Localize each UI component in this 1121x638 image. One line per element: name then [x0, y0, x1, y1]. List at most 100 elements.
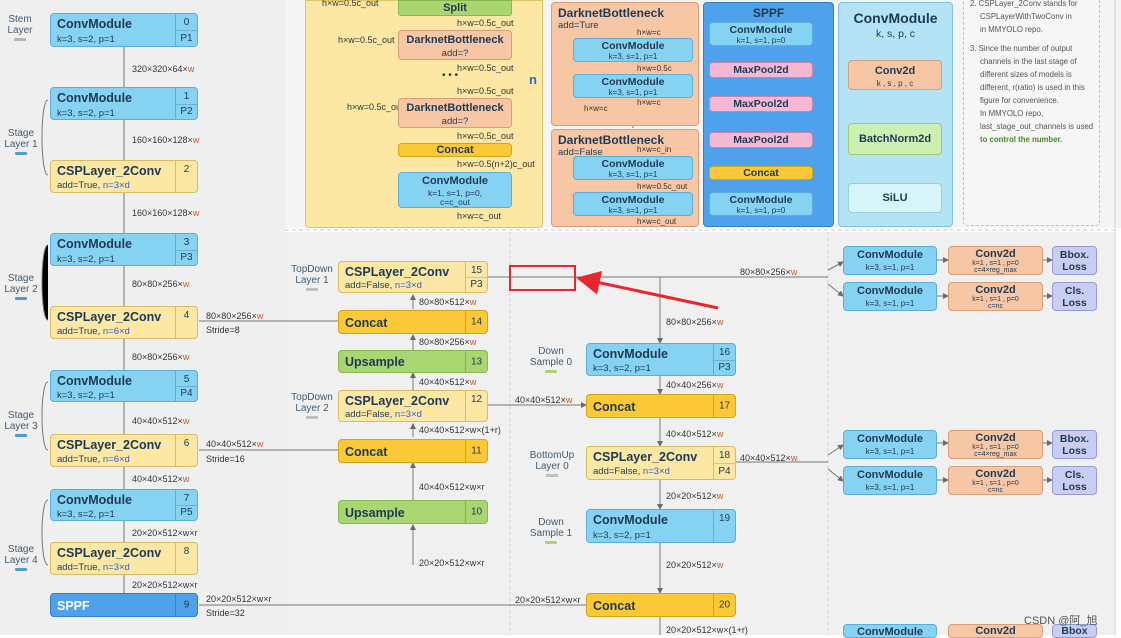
bf-conv-1[interactable]: ConvModule k=3, s=1, p=1 — [573, 156, 693, 180]
head-p3-bbox-loss[interactable]: Bbox. Loss — [1052, 246, 1097, 275]
darknet-bottleneck-1[interactable]: DarknetBottleneck add=? — [398, 30, 512, 60]
backbone-edge-label: 80×80×256×w — [132, 279, 190, 289]
head-p4-bbox-loss[interactable]: Bbox. Loss — [1052, 430, 1097, 459]
neck-node-18[interactable]: CSPLayer_2Conv add=False, n=3×d 18 P4 — [586, 446, 736, 480]
node-index: 10 — [470, 506, 483, 518]
backbone-node-5[interactable]: ConvModule k=3, s=2, p=1 5 P4 — [50, 370, 198, 402]
backbone-node-6[interactable]: CSPLayer_2Conv add=True, n=6×d 6 — [50, 434, 198, 467]
bt-conv-1[interactable]: ConvModule k=3, s=1, p=1 — [573, 38, 693, 62]
sppf-conv-out[interactable]: ConvModule k=1, s=1, p=0 — [709, 192, 813, 216]
neck-node-11[interactable]: Concat 11 — [338, 439, 488, 463]
batchnorm2d-node[interactable]: BatchNorm2d — [848, 123, 942, 155]
head-p4-reg-conv2d[interactable]: Conv2d k=1 , s=1 , p=0 c=4×reg_max — [948, 430, 1043, 459]
node-title: CSPLayer_2Conv — [57, 310, 162, 324]
neck-node-13[interactable]: Upsample 13 — [338, 350, 488, 373]
edge-label: h×w=c — [584, 104, 608, 113]
head-p4-cls-loss[interactable]: Cls. Loss — [1052, 466, 1097, 495]
backbone-node-8[interactable]: CSPLayer_2Conv add=True, n=3×d 8 — [50, 542, 198, 575]
node-title: ConvModule — [593, 513, 668, 527]
csp-concat-node[interactable]: Concat — [398, 143, 512, 157]
edge-label: h×w=c_out — [457, 211, 502, 221]
neck-node-17[interactable]: Concat 17 — [586, 394, 736, 418]
edge-label: h×w=0.5c_out — [457, 131, 514, 141]
neck-edge-label: 20×20×512×w — [666, 560, 724, 570]
node-params: k=3, s=2, p=1 — [593, 363, 651, 374]
node-params: add=? — [441, 48, 469, 59]
node-params: k=3, s=2, p=1 — [57, 254, 115, 265]
head-p4-cls-conv[interactable]: ConvModule k=3, s=1, p=1 — [843, 466, 937, 495]
node-params: k=1 , s=1 , p=0 — [972, 444, 1019, 451]
bf-conv-2[interactable]: ConvModule k=3, s=1, p=1 — [573, 192, 693, 216]
backbone-node-1[interactable]: ConvModule k=3, s=2, p=1 1 P2 — [50, 87, 198, 120]
backbone-node-0[interactable]: ConvModule k=3, s=2, p=1 0 P1 — [50, 13, 198, 47]
node-params: k=3, s=1, p=1 — [865, 263, 915, 272]
node-level: P3 — [180, 252, 193, 263]
neck-node-15[interactable]: CSPLayer_2Conv add=False, n=3×d 15 P3 — [338, 261, 488, 293]
head-p4-cls-conv2d[interactable]: Conv2d k=1 , s=1 , p=0 c=nc — [948, 466, 1043, 495]
conv2d-node[interactable]: Conv2d k , s , p , c — [848, 60, 942, 90]
node-params: k=1 , s=1 , p=0 — [972, 480, 1019, 487]
neck-node-12[interactable]: CSPLayer_2Conv add=False, n=3×d 12 — [338, 390, 488, 422]
backbone-node-9[interactable]: SPPF 9 — [50, 593, 198, 617]
node-title: Concat — [345, 445, 388, 459]
neck-edge-label: 20×20×512×w×r — [419, 558, 485, 568]
notes-text: 2. CSPLayer_2Conv stands for CSPLayerWit… — [970, 0, 1094, 144]
node-title: ConvModule — [601, 76, 665, 88]
head-p3-cls-loss[interactable]: Cls. Loss — [1052, 282, 1097, 311]
node-index: 6 — [183, 438, 190, 449]
node-title: DarknetBottleneck — [406, 34, 504, 46]
repeat-n-label: n — [529, 72, 537, 87]
neck-node-10[interactable]: Upsample 10 — [338, 500, 488, 524]
stride-32-label: Stride=32 — [206, 608, 245, 618]
stage-layer-1-label: Stage Layer 1 — [2, 128, 40, 155]
head-p3-cls-conv2d[interactable]: Conv2d k=1 , s=1 , p=0 c=nc — [948, 282, 1043, 311]
node-title: ConvModule — [857, 469, 923, 481]
split-node[interactable]: Split — [398, 0, 512, 16]
node-title: MaxPool2d — [733, 98, 789, 110]
sppf-conv-in[interactable]: ConvModule k=1, s=1, p=0 — [709, 22, 813, 46]
maxpool-2[interactable]: MaxPool2d — [709, 96, 813, 112]
maxpool-1[interactable]: MaxPool2d — [709, 62, 813, 78]
head-p4-reg-conv[interactable]: ConvModule k=3, s=1, p=1 — [843, 430, 937, 459]
edge-label: h×w=0.5c_out — [637, 182, 688, 191]
neck-node-20[interactable]: Concat 20 — [586, 593, 736, 617]
node-index: 7 — [183, 493, 190, 504]
backbone-node-2[interactable]: CSPLayer_2Conv add=True, n=3×d 2 — [50, 160, 198, 193]
node-title: Concat — [345, 316, 388, 330]
neck-node-16[interactable]: ConvModule k=3, s=2, p=1 16 P3 — [586, 343, 736, 376]
node-level: P3 — [470, 279, 483, 290]
backbone-edge-label: 20×20×512×w×r — [132, 528, 198, 538]
edge-label: h×w=c — [637, 98, 661, 107]
silu-node[interactable]: SiLU — [848, 183, 942, 213]
neck-node-19[interactable]: ConvModule k=3, s=2, p=1 19 — [586, 509, 736, 543]
backbone-node-3[interactable]: ConvModule k=3, s=2, p=1 3 P3 — [50, 233, 198, 266]
head-p3-cls-conv[interactable]: ConvModule k=3, s=1, p=1 — [843, 282, 937, 311]
neck-edge-label: 40×40×512×w — [419, 377, 477, 387]
panel-params: add=Ture — [558, 20, 599, 31]
sppf-concat[interactable]: Concat — [709, 166, 813, 180]
backbone-node-4[interactable]: CSPLayer_2Conv add=True, n=6×d 4 — [50, 306, 198, 339]
node-params: k=3, s=1, p=1 — [608, 88, 658, 97]
node-title: CSPLayer_2Conv — [57, 546, 162, 560]
notes-panel: 2. CSPLayer_2Conv stands for CSPLayerWit… — [963, 0, 1100, 226]
darknet-bottleneck-n[interactable]: DarknetBottleneck add=? — [398, 98, 512, 128]
neck-node-14[interactable]: Concat 14 — [338, 310, 488, 334]
maxpool-3[interactable]: MaxPool2d — [709, 132, 813, 148]
node-params: k=1 , s=1 , p=0 — [972, 296, 1019, 303]
backbone-node-7[interactable]: ConvModule k=3, s=2, p=1 7 P5 — [50, 489, 198, 521]
node-title: ConvModule — [57, 374, 132, 388]
head-p5-reg-conv[interactable]: ConvModule — [843, 624, 937, 638]
node-index: 0 — [183, 17, 190, 28]
node-params: k=3, s=2, p=1 — [57, 108, 115, 119]
edge-label: h×w=0.5(n+2)c_out — [457, 159, 535, 169]
csp-output-conv[interactable]: ConvModule k=1, s=1, p=0, c=c_out — [398, 172, 512, 208]
head-p3-reg-conv2d[interactable]: Conv2d k=1 , s=1 , p=0 c=4×reg_max — [948, 246, 1043, 275]
panel-title: SPPF — [752, 6, 785, 20]
topdown-layer-2-label: TopDown Layer 2 — [288, 392, 336, 419]
neck-edge-label: 40×40×512×w — [515, 395, 573, 405]
stride-8-label: Stride=8 — [206, 325, 240, 335]
head-p3-reg-conv[interactable]: ConvModule k=3, s=1, p=1 — [843, 246, 937, 275]
node-title: Bbox. Loss — [1059, 249, 1090, 273]
ellipsis: • • • — [442, 70, 459, 81]
bt-conv-2[interactable]: ConvModule k=3, s=1, p=1 — [573, 74, 693, 98]
